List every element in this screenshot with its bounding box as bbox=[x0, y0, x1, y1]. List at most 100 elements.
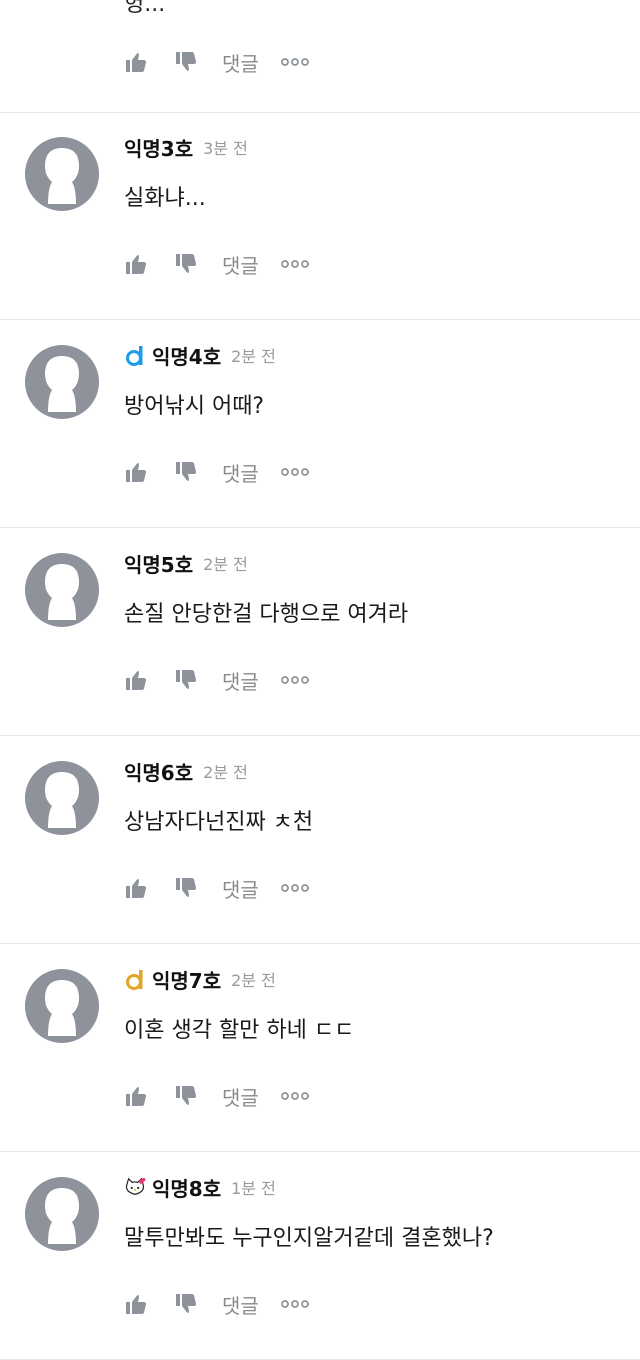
more-options-button[interactable] bbox=[280, 257, 309, 271]
comment-item: 익명7호 2분 전이혼 생각 할만 하네 ㄷㄷ 댓글 bbox=[0, 944, 640, 1152]
avatar[interactable] bbox=[24, 344, 100, 420]
thumbs-up-icon bbox=[126, 1295, 147, 1314]
thumbs-up-icon bbox=[126, 879, 147, 898]
dislike-button[interactable] bbox=[174, 876, 198, 900]
comment-text: 방어낚시 어때? bbox=[124, 394, 265, 419]
comment-meta: 익명6호 2분 전 bbox=[124, 756, 248, 786]
author-name[interactable]: 익명8호 bbox=[152, 1173, 221, 1202]
more-dots-icon bbox=[280, 468, 309, 476]
timestamp: 2분 전 bbox=[203, 555, 248, 574]
reply-button[interactable]: 댓글 bbox=[222, 666, 259, 695]
comment-text: 말투만봐도 누구인지알거같데 결혼했나? bbox=[124, 1226, 494, 1251]
reply-button[interactable]: 댓글 bbox=[222, 48, 259, 77]
more-dots-icon bbox=[280, 58, 309, 66]
author-name[interactable]: 익명6호 bbox=[124, 757, 193, 786]
avatar[interactable] bbox=[24, 1176, 100, 1252]
thumbs-up-icon bbox=[126, 255, 147, 274]
comment-meta: 익명3호 3분 전 bbox=[124, 132, 248, 162]
like-button[interactable] bbox=[124, 50, 148, 74]
comment-text: 헝... bbox=[124, 0, 166, 17]
like-button[interactable] bbox=[124, 1292, 148, 1316]
more-options-button[interactable] bbox=[280, 1297, 309, 1311]
avatar[interactable] bbox=[24, 760, 100, 836]
like-button[interactable] bbox=[124, 668, 148, 692]
blue-d-badge-icon bbox=[124, 344, 146, 366]
reply-button[interactable]: 댓글 bbox=[222, 458, 259, 487]
comment-actions: 댓글 bbox=[124, 244, 309, 284]
more-options-button[interactable] bbox=[280, 1089, 309, 1103]
comment-actions: 댓글 bbox=[124, 868, 309, 908]
more-dots-icon bbox=[280, 676, 309, 684]
more-options-button[interactable] bbox=[280, 465, 309, 479]
timestamp: 2분 전 bbox=[231, 347, 276, 366]
more-dots-icon bbox=[280, 1300, 309, 1308]
comment-text: 실화냐... bbox=[124, 186, 206, 211]
comment-actions: 댓글 bbox=[124, 660, 309, 700]
timestamp: 3분 전 bbox=[203, 139, 248, 158]
default-profile-icon bbox=[25, 345, 99, 419]
comment-actions: 댓글 bbox=[124, 452, 309, 492]
thumbs-down-icon bbox=[176, 462, 197, 481]
reply-button[interactable]: 댓글 bbox=[222, 250, 259, 279]
more-dots-icon bbox=[280, 1092, 309, 1100]
thumbs-up-icon bbox=[126, 1087, 147, 1106]
comment-item-partial: 헝... 댓글 bbox=[0, 0, 640, 113]
dislike-button[interactable] bbox=[174, 1292, 198, 1316]
reply-button[interactable]: 댓글 bbox=[222, 874, 259, 903]
thumbs-down-icon bbox=[176, 878, 197, 897]
avatar[interactable] bbox=[24, 552, 100, 628]
reply-button[interactable]: 댓글 bbox=[222, 1290, 259, 1319]
timestamp: 2분 전 bbox=[203, 763, 248, 782]
more-dots-icon bbox=[280, 884, 309, 892]
thumbs-down-icon bbox=[176, 1086, 197, 1105]
thumbs-down-icon bbox=[176, 52, 197, 71]
more-dots-icon bbox=[280, 260, 309, 268]
dislike-button[interactable] bbox=[174, 1084, 198, 1108]
more-options-button[interactable] bbox=[280, 673, 309, 687]
timestamp: 1분 전 bbox=[231, 1179, 276, 1198]
thumbs-up-icon bbox=[126, 671, 147, 690]
comment-actions: 댓글 bbox=[124, 42, 309, 82]
like-button[interactable] bbox=[124, 252, 148, 276]
comment-text: 상남자다넌진짜 ㅊ천 bbox=[124, 810, 314, 835]
comment-text: 손질 안당한걸 다행으로 여겨라 bbox=[124, 602, 409, 627]
dislike-button[interactable] bbox=[174, 50, 198, 74]
dislike-button[interactable] bbox=[174, 668, 198, 692]
thumbs-up-icon bbox=[126, 53, 147, 72]
reply-button[interactable]: 댓글 bbox=[222, 1082, 259, 1111]
comment-item: 익명3호 3분 전실화냐... 댓글 bbox=[0, 112, 640, 320]
comment-meta: 익명4호 2분 전 bbox=[124, 340, 276, 370]
thumbs-up-icon bbox=[126, 463, 147, 482]
hello-kitty-badge-icon bbox=[124, 1176, 146, 1198]
comment-item: 익명5호 2분 전손질 안당한걸 다행으로 여겨라댓글 bbox=[0, 528, 640, 736]
dislike-button[interactable] bbox=[174, 252, 198, 276]
author-name[interactable]: 익명3호 bbox=[124, 133, 193, 162]
dislike-button[interactable] bbox=[174, 460, 198, 484]
default-profile-icon bbox=[25, 1177, 99, 1251]
more-options-button[interactable] bbox=[280, 55, 309, 69]
author-name[interactable]: 익명7호 bbox=[152, 965, 221, 994]
like-button[interactable] bbox=[124, 876, 148, 900]
comment-meta: 익명5호 2분 전 bbox=[124, 548, 248, 578]
thumbs-down-icon bbox=[176, 670, 197, 689]
like-button[interactable] bbox=[124, 460, 148, 484]
more-options-button[interactable] bbox=[280, 881, 309, 895]
gold-d-badge-icon bbox=[124, 968, 146, 990]
author-name[interactable]: 익명4호 bbox=[152, 341, 221, 370]
default-profile-icon bbox=[25, 553, 99, 627]
default-profile-icon bbox=[25, 761, 99, 835]
default-profile-icon bbox=[25, 137, 99, 211]
like-button[interactable] bbox=[124, 1084, 148, 1108]
avatar[interactable] bbox=[24, 136, 100, 212]
comment-actions: 댓글 bbox=[124, 1284, 309, 1324]
comment-item: 익명4호 2분 전방어낚시 어때? 댓글 bbox=[0, 320, 640, 528]
comment-item: 익명8호 1분 전말투만봐도 누구인지알거같데 결혼했나? 댓글 bbox=[0, 1152, 640, 1360]
default-profile-icon bbox=[25, 969, 99, 1043]
comment-text: 이혼 생각 할만 하네 ㄷㄷ bbox=[124, 1018, 355, 1043]
author-name[interactable]: 익명5호 bbox=[124, 549, 193, 578]
comment-meta: 익명7호 2분 전 bbox=[124, 964, 276, 994]
thumbs-down-icon bbox=[176, 1294, 197, 1313]
comment-actions: 댓글 bbox=[124, 1076, 309, 1116]
thumbs-down-icon bbox=[176, 254, 197, 273]
avatar[interactable] bbox=[24, 968, 100, 1044]
